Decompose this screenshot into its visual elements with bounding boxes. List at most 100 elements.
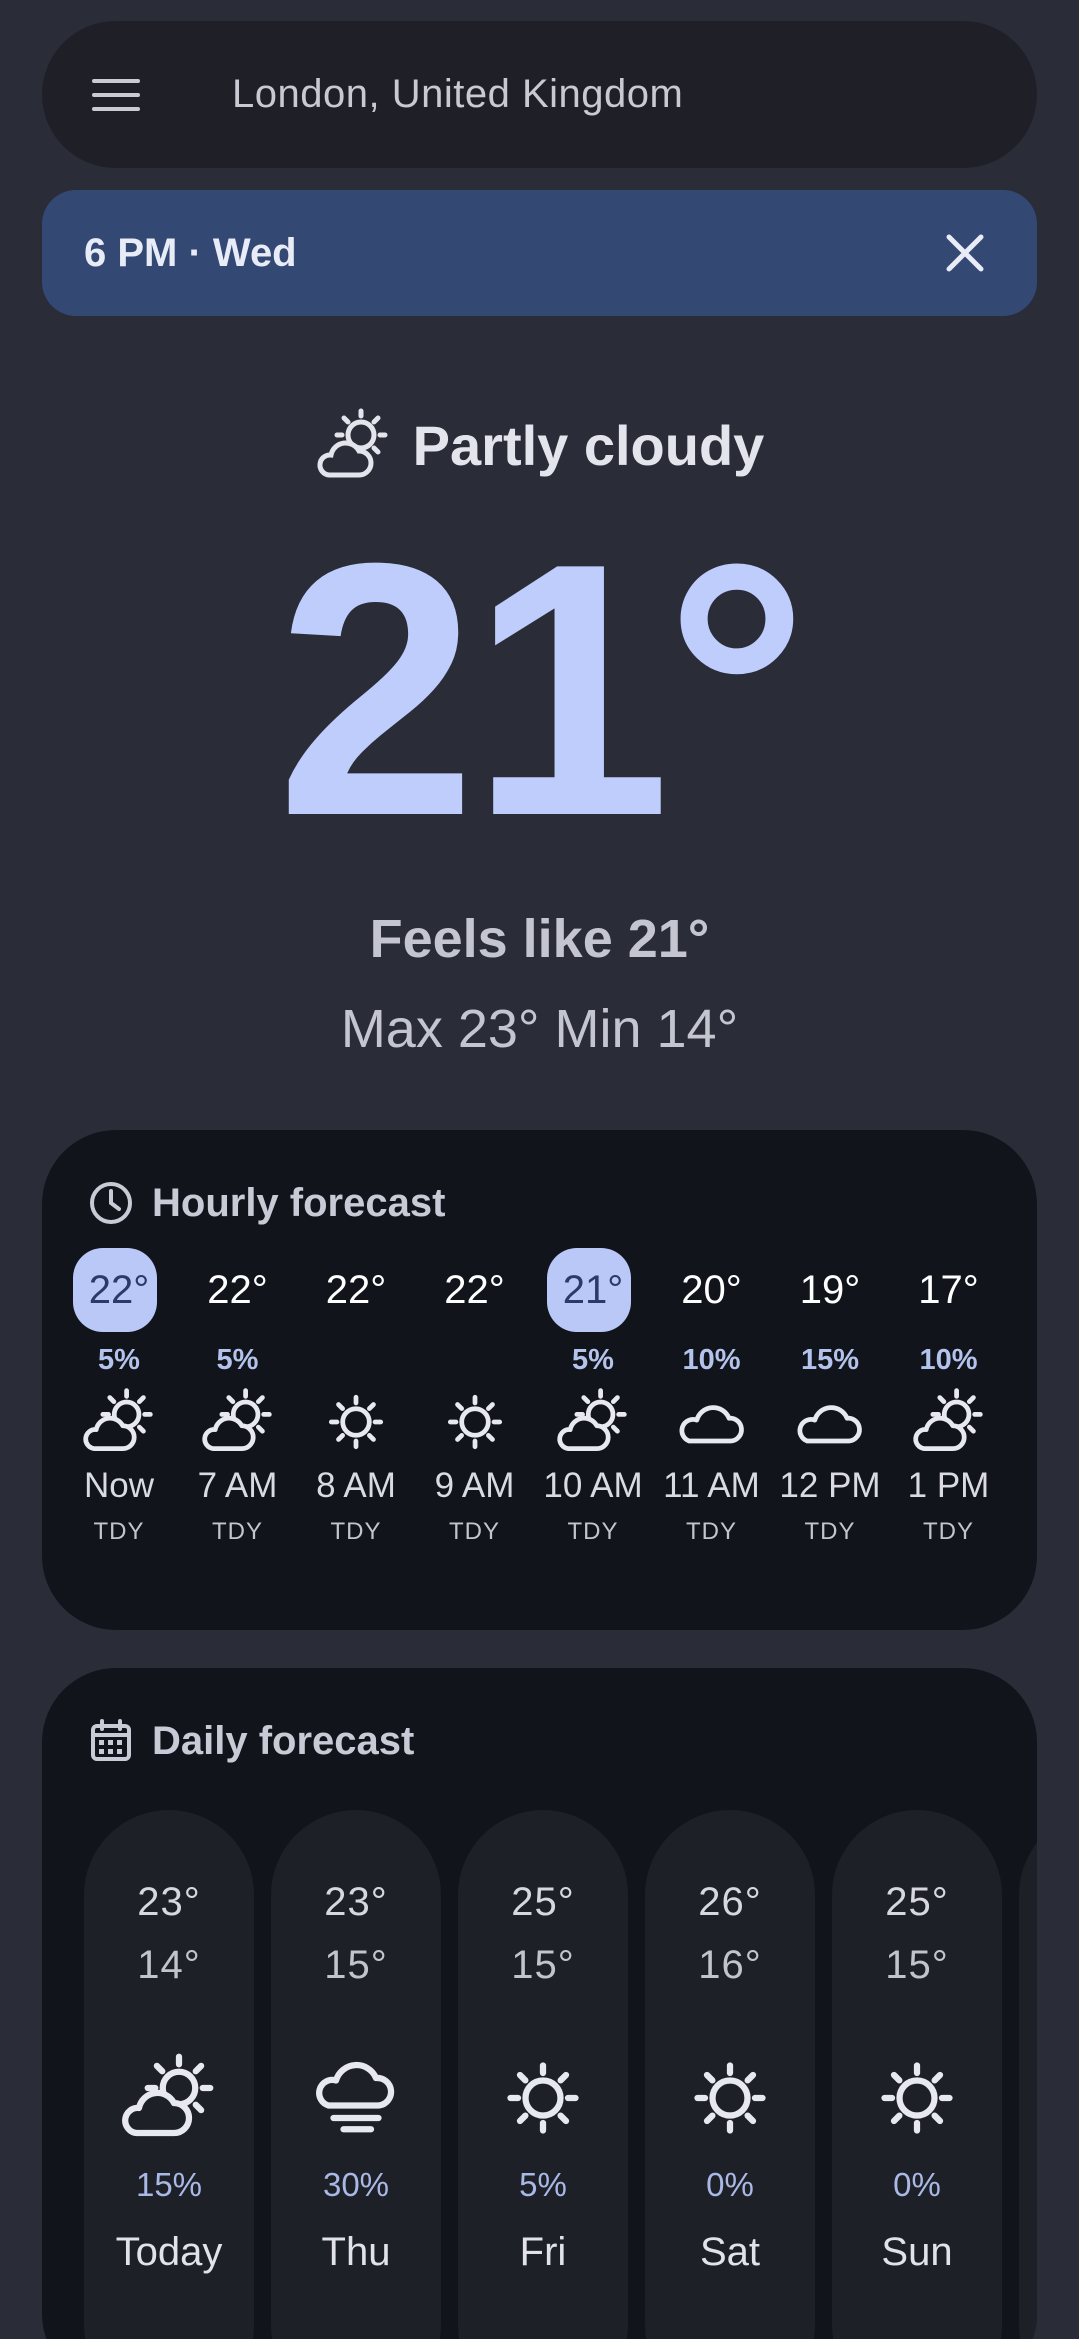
hourly-forecast-card[interactable]: Hourly forecast 22° 5% Now TDY 22° 5% 7 … <box>42 1130 1037 1630</box>
partly-cloudy-icon <box>317 408 388 478</box>
hour-temp: 22° <box>325 1267 387 1312</box>
hourly-item[interactable]: 22° 8 AM TDY <box>301 1248 411 1546</box>
hour-precip: 5% <box>98 1344 140 1376</box>
sunny-icon <box>328 1394 384 1450</box>
close-icon[interactable] <box>945 233 985 273</box>
hour-day: TDY <box>212 1518 263 1545</box>
hour-label: 12 PM <box>779 1466 881 1505</box>
hour-temp-chip: 22° <box>420 1248 530 1332</box>
day-precip: 0% <box>893 2166 941 2203</box>
hour-label: 10 AM <box>543 1466 643 1505</box>
hour-label: 1 PM <box>907 1466 990 1505</box>
hour-temp: 17° <box>918 1267 979 1312</box>
daily-title: Daily forecast <box>152 1718 415 1763</box>
day-min-temp: 16° <box>698 1943 762 1987</box>
hour-precip: 15% <box>800 1344 860 1376</box>
day-min-temp: 15° <box>324 1943 388 1987</box>
hourly-item[interactable]: 17° 10% 1 PM TDY <box>894 1248 1004 1546</box>
hour-temp-chip: 17° <box>894 1248 1004 1332</box>
hour-precip <box>420 1340 530 1380</box>
hour-day: TDY <box>686 1518 737 1545</box>
hour-temp: 21° <box>562 1267 624 1312</box>
partly-cloudy-icon <box>912 1388 983 1451</box>
sunny-icon <box>447 1394 502 1450</box>
hour-precip: 10% <box>919 1344 978 1376</box>
hourly-header: Hourly forecast <box>88 1180 445 1226</box>
hourly-item[interactable]: 20° 10% 11 AM TDY <box>657 1248 767 1546</box>
day-max-temp: 23° <box>324 1880 388 1924</box>
calendar-icon <box>91 1719 131 1761</box>
hour-day: TDY <box>449 1518 500 1545</box>
day-max-temp: 25° <box>885 1880 949 1924</box>
hour-day: TDY <box>804 1518 856 1545</box>
day-min-temp: 15° <box>511 1943 575 1987</box>
hourly-item[interactable]: 22° 5% 7 AM TDY <box>183 1248 293 1546</box>
hour-temp-chip: 22° <box>64 1248 174 1332</box>
hour-day: TDY <box>93 1518 145 1545</box>
hourly-item[interactable]: 19° 15% 12 PM TDY <box>775 1248 885 1546</box>
hour-temp: 22° <box>88 1267 150 1312</box>
max-min-temperature: Max 23° Min 14° <box>340 999 739 1059</box>
sunny-icon <box>881 2062 953 2134</box>
hour-precip <box>301 1340 411 1380</box>
partly-cloudy-icon <box>83 1388 153 1451</box>
day-max-temp: 26° <box>698 1880 762 1924</box>
hourly-item[interactable]: 22° 5% Now TDY <box>64 1248 174 1546</box>
day-label: Fri <box>519 2230 567 2274</box>
daily-header: Daily forecast <box>88 1718 414 1764</box>
hour-label: Now <box>83 1466 155 1505</box>
hour-precip: 10% <box>682 1344 741 1376</box>
location-text[interactable]: London, United Kingdom <box>232 72 683 117</box>
day-label: Thu <box>321 2230 391 2274</box>
cloudy-icon <box>679 1405 744 1444</box>
hour-temp-chip: 20° <box>657 1248 767 1332</box>
partly-cloudy-icon <box>201 1388 272 1451</box>
hour-day: TDY <box>330 1518 382 1545</box>
clock-icon <box>90 1182 132 1224</box>
hour-temp: 19° <box>799 1267 861 1312</box>
banner-time: 6 PM · Wed <box>84 230 297 275</box>
partly-cloudy-icon <box>122 2053 214 2137</box>
hour-temp: 22° <box>207 1267 268 1312</box>
day-label: Sat <box>699 2230 761 2274</box>
time-banner: 6 PM · Wed <box>42 190 1037 316</box>
sunny-icon <box>694 2062 766 2134</box>
condition-text: Partly cloudy <box>412 413 765 477</box>
daily-item[interactable]: 23° 14° 15% Today <box>84 1810 254 2339</box>
hourly-item[interactable]: 21° 5% 10 AM TDY <box>538 1248 648 1546</box>
daily-item[interactable]: 25° 15° 0% Sun <box>832 1810 1002 2339</box>
hour-temp-chip: 21° <box>538 1248 648 1332</box>
partly-cloudy-icon <box>557 1388 627 1451</box>
hour-label: 9 AM <box>434 1466 515 1505</box>
day-max-temp: 23° <box>137 1880 201 1924</box>
day-label: Sun <box>881 2230 953 2274</box>
hourly-title: Hourly forecast <box>152 1180 446 1225</box>
hour-precip: 5% <box>572 1344 614 1376</box>
menu-icon[interactable] <box>92 77 140 113</box>
feels-like: Feels like 21° <box>369 909 710 969</box>
day-label: Today <box>115 2230 223 2274</box>
day-precip: 30% <box>322 2166 390 2203</box>
hour-day: TDY <box>923 1518 974 1545</box>
hour-temp-chip: 22° <box>183 1248 293 1332</box>
daily-item[interactable]: 25° 15° 5% Fri <box>458 1810 628 2339</box>
cloudy-icon <box>797 1405 862 1444</box>
sunny-icon <box>507 2062 579 2134</box>
hour-temp-chip: 19° <box>775 1248 885 1332</box>
day-precip: 0% <box>706 2166 754 2203</box>
daily-item[interactable]: 23° 15° 30% Thu <box>271 1810 441 2339</box>
day-max-temp: 25° <box>511 1880 575 1924</box>
current-temperature: 21° <box>276 489 808 891</box>
daily-forecast-card[interactable]: Daily forecast 23° 14° 15% Today 23° 15°… <box>42 1668 1037 2339</box>
hour-precip: 5% <box>216 1344 259 1376</box>
daily-item-partial[interactable] <box>1019 1810 1037 2339</box>
search-bar[interactable]: London, United Kingdom <box>42 21 1037 168</box>
hour-temp-chip: 22° <box>301 1248 411 1332</box>
hour-label: 7 AM <box>197 1466 278 1505</box>
current-condition: Partly cloudy <box>0 400 1079 490</box>
hourly-item[interactable]: 22° 9 AM TDY <box>420 1248 530 1546</box>
daily-item[interactable]: 26° 16° 0% Sat <box>645 1810 815 2339</box>
day-min-temp: 14° <box>137 1943 201 1987</box>
day-precip: 5% <box>519 2166 567 2203</box>
day-min-temp: 15° <box>885 1943 949 1987</box>
